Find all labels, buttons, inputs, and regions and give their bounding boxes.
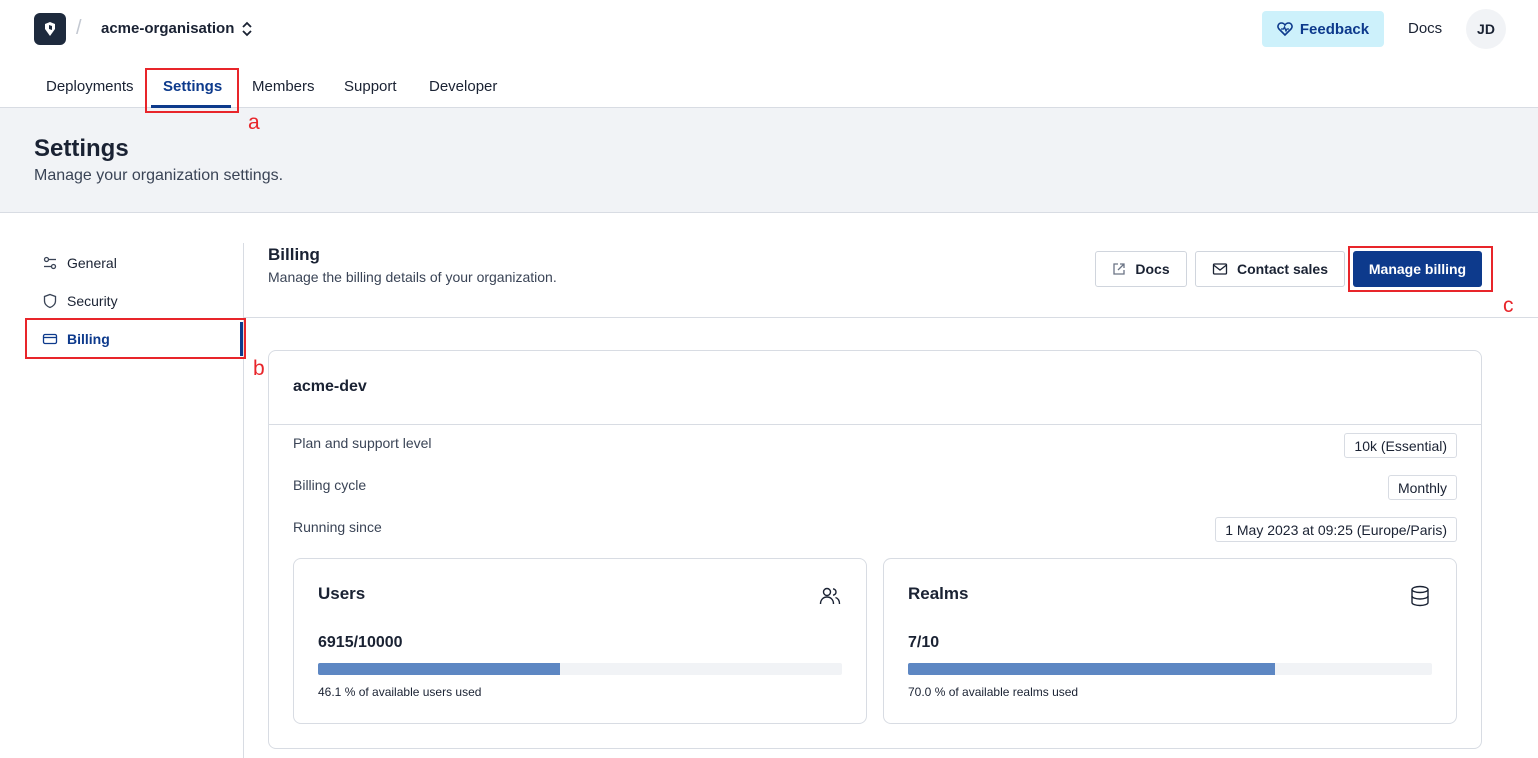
section-title: Billing — [268, 245, 320, 264]
plan-label: Plan and support level — [293, 435, 432, 451]
docs-button-label: Docs — [1135, 261, 1170, 277]
annotation-label-a: a — [248, 111, 260, 134]
avatar[interactable]: JD — [1466, 9, 1506, 49]
tab-deployments[interactable]: Deployments — [46, 78, 134, 95]
feedback-label: Feedback — [1299, 20, 1370, 38]
users-usage-card: Users 6915/10000 46.1 % of available use… — [293, 558, 867, 724]
page-title: Settings — [34, 135, 129, 162]
contact-sales-button[interactable]: Contact sales — [1195, 251, 1345, 287]
card-divider — [269, 424, 1481, 425]
annotation-box-a — [145, 68, 239, 113]
users-usage-caption: 46.1 % of available users used — [318, 685, 482, 699]
org-switcher-label[interactable]: acme-organisation — [101, 20, 234, 37]
annotation-box-b — [25, 318, 246, 359]
users-usage-count: 6915/10000 — [318, 634, 403, 651]
section-subtitle: Manage the billing details of your organ… — [268, 269, 557, 285]
shield-icon — [43, 293, 57, 309]
chevron-up-down-icon[interactable] — [240, 20, 254, 38]
deployment-card: acme-dev Plan and support level 10k (Ess… — [268, 350, 1482, 749]
realms-usage-card: Realms 7/10 70.0 % of available realms u… — [883, 558, 1457, 724]
users-progress-bar — [318, 663, 842, 675]
contact-sales-label: Contact sales — [1236, 261, 1329, 277]
page-header: Settings Manage your organization settin… — [0, 108, 1538, 213]
users-icon — [819, 587, 841, 605]
plan-value-badge: 10k (Essential) — [1344, 433, 1457, 458]
breadcrumb-separator: / — [76, 17, 82, 39]
billing-cycle-badge: Monthly — [1387, 475, 1457, 500]
users-progress-fill — [318, 663, 560, 675]
feedback-button[interactable]: Feedback — [1262, 11, 1384, 47]
external-link-icon — [1113, 263, 1126, 275]
realms-progress-bar — [908, 663, 1432, 675]
heart-icon — [1277, 22, 1293, 37]
sidebar-item-label: General — [67, 255, 117, 271]
users-usage-title: Users — [318, 584, 366, 603]
docs-button[interactable]: Docs — [1095, 251, 1187, 287]
annotation-label-c: c — [1503, 294, 1514, 317]
sidebar-item-security[interactable]: Security — [42, 293, 118, 309]
sidebar-item-label: Security — [67, 293, 118, 309]
realms-usage-title: Realms — [908, 584, 969, 603]
billing-cycle-label: Billing cycle — [293, 477, 367, 493]
annotation-label-b: b — [253, 357, 265, 380]
logo-icon[interactable] — [34, 13, 66, 45]
docs-link[interactable]: Docs — [1408, 20, 1442, 37]
running-since-label: Running since — [293, 519, 382, 535]
realms-usage-count: 7/10 — [908, 634, 940, 651]
tab-developer[interactable]: Developer — [429, 78, 497, 95]
realms-usage-caption: 70.0 % of available realms used — [908, 685, 1079, 699]
tab-members[interactable]: Members — [252, 78, 315, 95]
sidebar-item-general[interactable]: General — [42, 255, 117, 271]
top-bar: / acme-organisation Feedback Docs JD — [0, 0, 1538, 58]
mail-icon — [1212, 263, 1228, 275]
database-icon — [1411, 585, 1429, 607]
tab-support[interactable]: Support — [344, 78, 397, 95]
sliders-icon — [43, 256, 57, 270]
deployment-name: acme-dev — [293, 378, 367, 395]
section-divider — [244, 317, 1538, 318]
page-subtitle: Manage your organization settings. — [34, 167, 284, 184]
realms-progress-fill — [908, 663, 1275, 675]
running-since-badge: 1 May 2023 at 09:25 (Europe/Paris) — [1215, 517, 1457, 542]
annotation-box-c — [1348, 246, 1493, 292]
